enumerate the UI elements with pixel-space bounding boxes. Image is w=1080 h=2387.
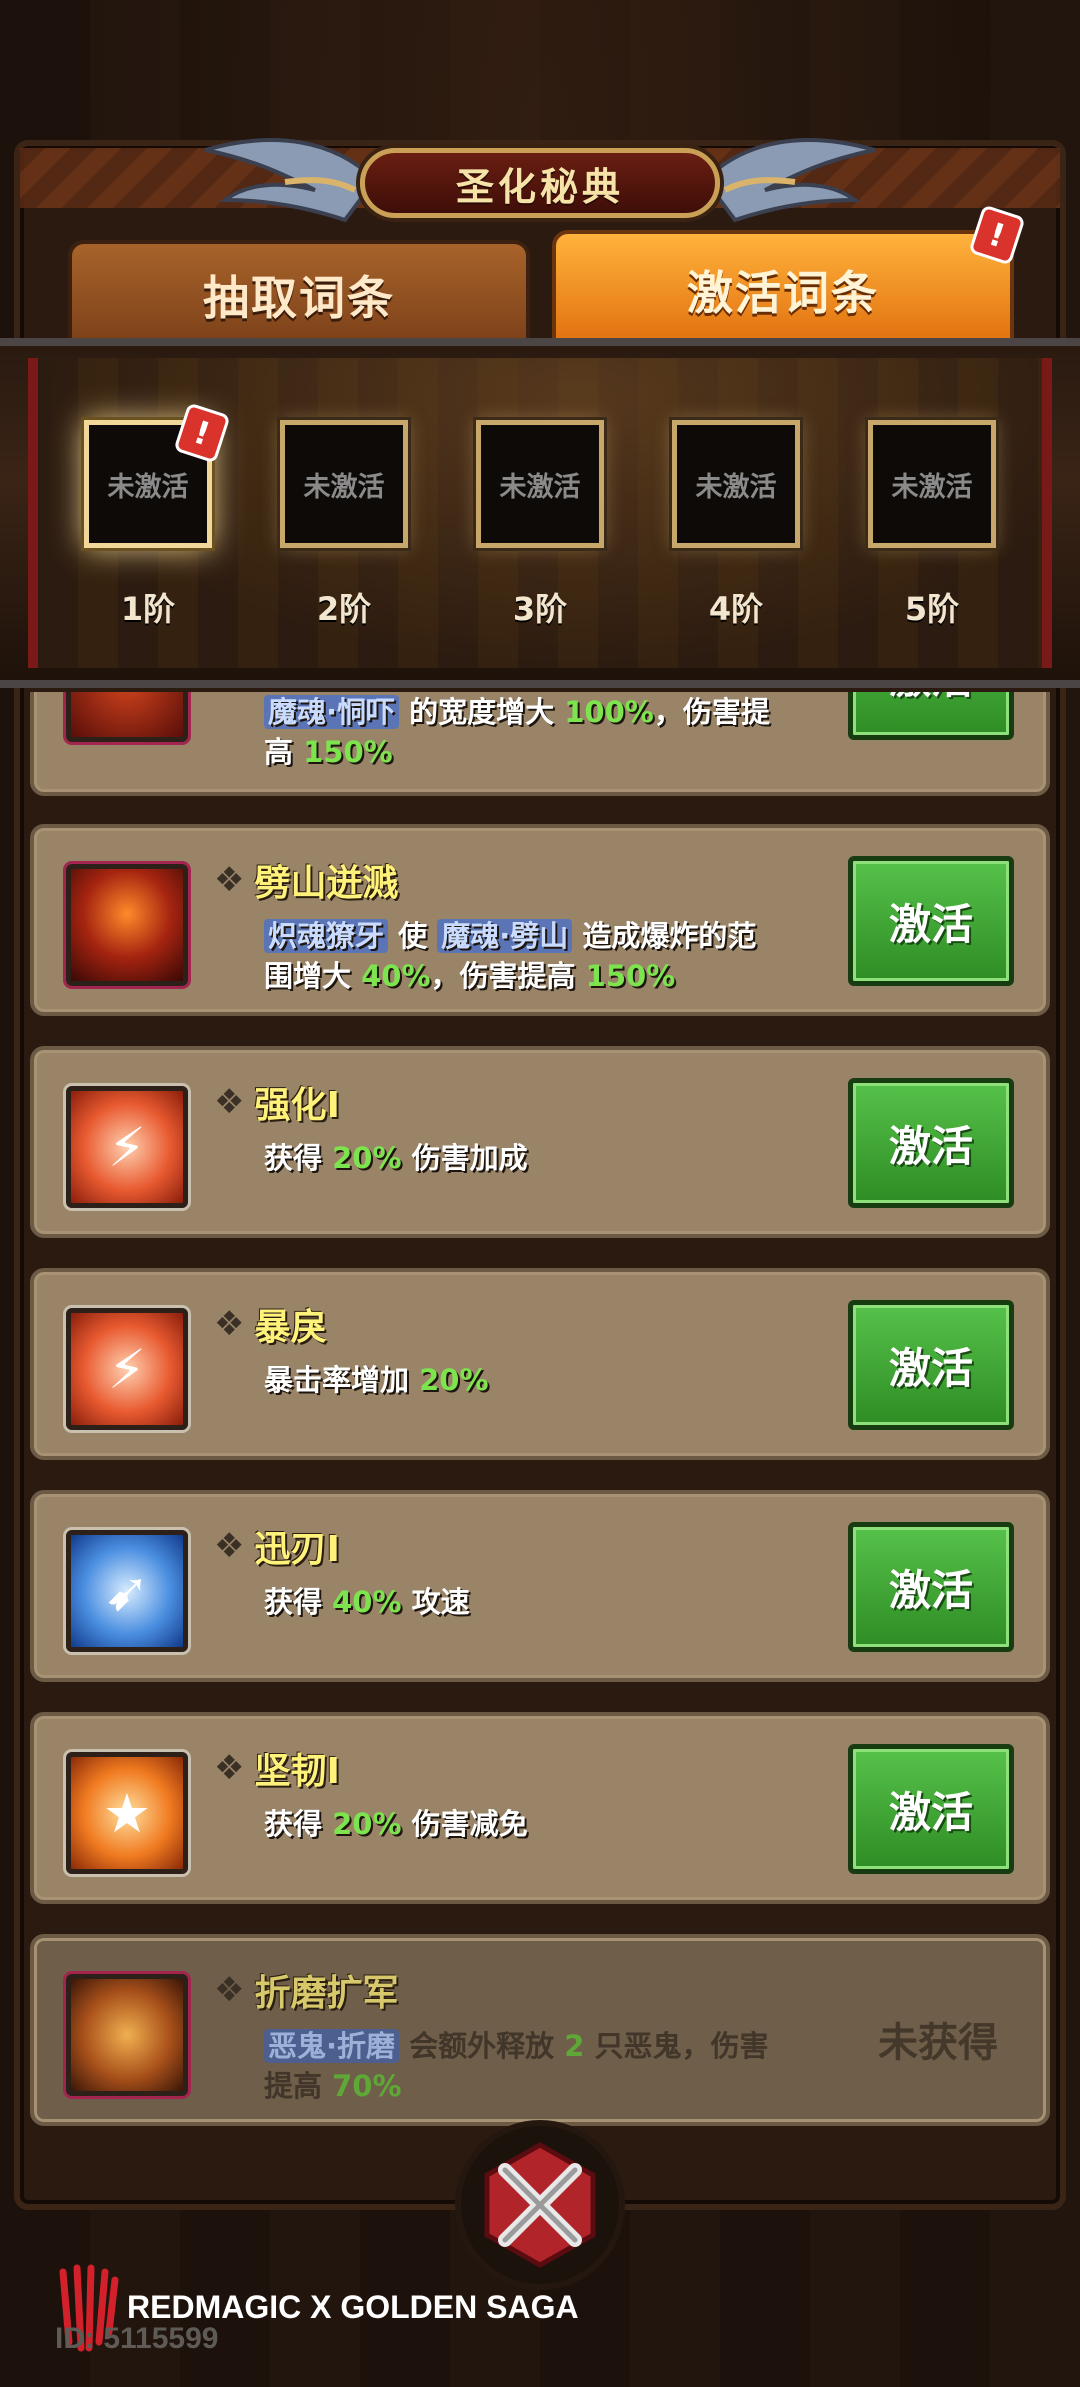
entry-card: ★ ❖ 坚韧Ⅰ 获得 20% 伤害减免 激活 [30, 1712, 1050, 1904]
tier-slot-box: 未激活 [476, 420, 604, 548]
tab-draw-entries-label: 抽取词条 [203, 271, 395, 325]
diamond-bullet-icon: ❖ [214, 1304, 245, 1344]
entry-name-row: ❖ 折磨扩军 [214, 1964, 399, 2016]
attack-boost-icon: ⚡ [66, 1086, 188, 1208]
entry-description: 暴击率增加 20% [264, 1363, 489, 1397]
diamond-bullet-icon: ❖ [214, 1082, 245, 1122]
entry-description: 获得 20% 伤害减免 [264, 1807, 528, 1841]
entry-name-row: ❖ 劈山迸溅 [214, 854, 399, 906]
shield-defense-icon: ★ [66, 1752, 188, 1874]
tier-slot-box: 未激活 [672, 420, 800, 548]
activate-button[interactable]: 激活 [848, 1300, 1014, 1430]
demon-skill-icon [66, 864, 188, 986]
entry-description: 炽魂獠牙 使 魔魂·劈山 造成爆炸的范 围增大 40%，伤害提高 150% [264, 919, 757, 993]
tab-activate-entries[interactable]: 激活词条 [552, 230, 1014, 350]
tier-label: 1阶 [120, 590, 176, 628]
entry-card: ❖ 劈山迸溅 炽魂獠牙 使 魔魂·劈山 造成爆炸的范 围增大 40%，伤害提高 … [30, 824, 1050, 1016]
page-title-plate: 圣化秘典 [360, 148, 720, 218]
entry-name: 劈山迸溅 [254, 863, 399, 904]
diamond-bullet-icon: ❖ [214, 1526, 245, 1566]
entry-name-row: ❖ 迅刃Ⅰ [214, 1520, 340, 1572]
tier-slot-5[interactable]: 未激活 5阶 [868, 420, 996, 630]
tab-draw-entries[interactable]: 抽取词条 [68, 240, 530, 350]
diamond-bullet-icon: ❖ [214, 1970, 245, 2010]
entry-description: 获得 20% 伤害加成 [264, 1141, 528, 1175]
not-obtained-status: 未获得 [878, 2020, 998, 2066]
tier-slot-3[interactable]: 未激活 3阶 [476, 420, 604, 630]
entry-card: ⚡ ❖ 强化Ⅰ 获得 20% 伤害加成 激活 [30, 1046, 1050, 1238]
tier-slot-box: 未激活 [868, 420, 996, 548]
left-wing-ornament [204, 138, 375, 223]
entry-description: 恶鬼·折磨 会额外释放 2 只恶鬼，伤害 提高 70% [264, 2029, 769, 2103]
entry-name-row: ❖ 坚韧Ⅰ [214, 1742, 340, 1794]
entry-card: ⚡ ❖ 暴戾 暴击率增加 20% 激活 [30, 1268, 1050, 1460]
entry-card: ➹ ❖ 迅刃Ⅰ 获得 40% 攻速 激活 [30, 1490, 1050, 1682]
entry-name: 强化Ⅰ [254, 1085, 340, 1126]
activate-button[interactable]: 激活 [848, 1522, 1014, 1652]
entry-name: 坚韧Ⅰ [254, 1751, 340, 1792]
entry-name: 暴戾 [254, 1307, 327, 1348]
entry-card-locked: ❖ 折磨扩军 恶鬼·折磨 会额外释放 2 只恶鬼，伤害 提高 70% 未获得 [30, 1934, 1050, 2126]
entry-name-row: ❖ 暴戾 [214, 1298, 327, 1350]
entry-name: 迅刃Ⅰ [254, 1529, 340, 1570]
tier-label: 5阶 [904, 590, 960, 628]
tier-label: 4阶 [708, 590, 764, 628]
ghost-skill-icon [66, 1974, 188, 2096]
activate-button[interactable]: 激活 [848, 1744, 1014, 1874]
entry-description: 魔魂·恫吓 的宽度增大 100%，伤害提 高 150% [264, 695, 770, 769]
diamond-bullet-icon: ❖ [214, 1748, 245, 1788]
page-title: 圣化秘典 [455, 164, 624, 209]
tier-slot-box: 未激活 [280, 420, 408, 548]
entry-description: 获得 40% 攻速 [264, 1585, 470, 1619]
entry-name-row: ❖ 强化Ⅰ [214, 1076, 340, 1128]
player-id: ID: 5115599 [55, 2322, 219, 2355]
tab-activate-entries-label: 激活词条 [687, 266, 879, 320]
activate-button[interactable]: 激活 [848, 856, 1014, 986]
tier-slot-2[interactable]: 未激活 2阶 [280, 420, 408, 630]
close-icon [484, 2142, 596, 2268]
right-wing-ornament [705, 138, 876, 223]
attack-speed-icon: ➹ [66, 1530, 188, 1652]
critical-rate-icon: ⚡ [66, 1308, 188, 1430]
activate-button[interactable]: 激活 [848, 1078, 1014, 1208]
tier-slot-4[interactable]: 未激活 4阶 [672, 420, 800, 630]
entry-name: 折磨扩军 [254, 1973, 399, 2014]
watermark-brand: REDMAGIC X GOLDEN SAGA [127, 2288, 579, 2325]
tier-label: 2阶 [316, 590, 372, 628]
diamond-bullet-icon: ❖ [214, 860, 245, 900]
tier-label: 3阶 [512, 590, 568, 628]
